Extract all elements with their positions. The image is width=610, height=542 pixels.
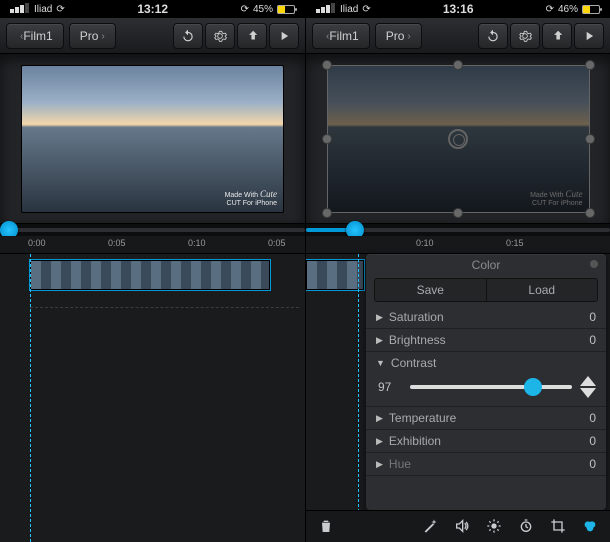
- pro-label: Pro: [80, 29, 99, 43]
- battery-icon: [582, 5, 600, 14]
- video-clip[interactable]: [30, 260, 270, 290]
- color-button[interactable]: [582, 518, 598, 534]
- watermark: Made With Cute CUT For iPhone: [530, 190, 582, 208]
- timer-button[interactable]: [518, 518, 534, 534]
- back-button[interactable]: ‹ Film1: [312, 23, 370, 49]
- preview-thumbnail[interactable]: Made With Cute CUT For iPhone: [21, 65, 284, 213]
- spinner-icon: ⟳: [56, 4, 64, 15]
- top-toolbar: ‹ Film1 Pro ›: [0, 18, 305, 54]
- pro-button[interactable]: Pro ›: [375, 23, 422, 49]
- resize-handle[interactable]: [453, 60, 463, 70]
- track-placeholder: [30, 298, 299, 308]
- resize-handle[interactable]: [585, 60, 595, 70]
- battery-icon: [277, 5, 295, 14]
- disclosure-down-icon: ▼: [376, 358, 385, 368]
- resize-handle[interactable]: [453, 208, 463, 218]
- scrubber[interactable]: [306, 224, 610, 236]
- disclosure-right-icon: ▶: [376, 312, 383, 323]
- save-tab[interactable]: Save: [375, 279, 486, 301]
- back-label: Film1: [23, 29, 52, 43]
- resize-handle[interactable]: [322, 134, 332, 144]
- chevron-right-icon: ›: [407, 31, 410, 42]
- trash-button[interactable]: [318, 518, 334, 534]
- preview-area: Made With Cute CUT For iPhone: [306, 54, 610, 224]
- preview-thumbnail-selected[interactable]: Made With Cute CUT For iPhone: [327, 65, 590, 213]
- right-screenshot: Iliad ⟳ 13:16 ⟳ 46% ‹ Film1 Pro ›: [305, 0, 610, 542]
- crop-button[interactable]: [550, 518, 566, 534]
- share-button[interactable]: [542, 23, 572, 49]
- watermark: Made With Cute CUT For iPhone: [225, 190, 277, 208]
- row-hue[interactable]: ▶ Hue 0: [366, 453, 606, 476]
- undo-button[interactable]: [173, 23, 203, 49]
- row-saturation[interactable]: ▶ Saturation 0: [366, 306, 606, 329]
- disclosure-right-icon: ▶: [376, 413, 383, 424]
- spinner-icon: ⟳: [362, 4, 370, 15]
- status-bar: Iliad ⟳ 13:16 ⟳ 46%: [306, 0, 610, 18]
- wand-button[interactable]: [422, 518, 438, 534]
- brightness-button[interactable]: [486, 518, 502, 534]
- row-temperature[interactable]: ▶ Temperature 0: [366, 407, 606, 430]
- back-button[interactable]: ‹ Film1: [6, 23, 64, 49]
- left-screenshot: Iliad ⟳ 13:12 ⟳ 45% ‹ Film1 Pro › Made W: [0, 0, 305, 542]
- status-time: 13:12: [137, 2, 168, 16]
- timeline-ruler[interactable]: 0:10 0:15: [306, 236, 610, 254]
- panel-title: Color: [472, 258, 501, 272]
- undo-button[interactable]: [478, 23, 508, 49]
- step-down-button[interactable]: [580, 388, 596, 398]
- disclosure-right-icon: ▶: [376, 335, 383, 346]
- signal-icon: [316, 3, 336, 16]
- scrubber[interactable]: [0, 224, 305, 236]
- carrier-label: Iliad: [340, 4, 358, 15]
- settings-button[interactable]: [205, 23, 235, 49]
- playhead[interactable]: [30, 254, 31, 542]
- top-toolbar: ‹ Film1 Pro ›: [306, 18, 610, 54]
- status-bar: Iliad ⟳ 13:12 ⟳ 45%: [0, 0, 305, 18]
- back-label: Film1: [329, 29, 358, 43]
- resize-handle[interactable]: [585, 134, 595, 144]
- disclosure-right-icon: ▶: [376, 436, 383, 447]
- step-up-button[interactable]: [580, 376, 596, 386]
- resize-handle[interactable]: [585, 208, 595, 218]
- chevron-right-icon: ›: [101, 31, 104, 42]
- timeline-ruler[interactable]: 0:00 0:05 0:10 0:05: [0, 236, 305, 254]
- pro-label: Pro: [386, 29, 405, 43]
- volume-button[interactable]: [454, 518, 470, 534]
- status-time: 13:16: [443, 2, 474, 16]
- battery-pct: 46%: [558, 4, 578, 15]
- resize-handle[interactable]: [322, 60, 332, 70]
- pro-button[interactable]: Pro ›: [69, 23, 116, 49]
- row-contrast[interactable]: ▼ Contrast 97: [366, 352, 606, 407]
- center-target-icon[interactable]: [448, 129, 468, 149]
- settings-button[interactable]: [510, 23, 540, 49]
- color-rows: ▶ Saturation 0 ▶ Brightness 0 ▼ Contrast…: [366, 306, 606, 510]
- spinner-icon: ⟳: [241, 4, 249, 15]
- battery-pct: 45%: [253, 4, 273, 15]
- play-button[interactable]: [269, 23, 299, 49]
- contrast-value: 97: [378, 380, 402, 394]
- panel-segment: Save Load: [374, 278, 598, 302]
- signal-icon: [10, 3, 30, 16]
- timeline-tracks[interactable]: [0, 254, 305, 542]
- row-brightness[interactable]: ▶ Brightness 0: [366, 329, 606, 352]
- color-panel: Color Save Load ▶ Saturation 0 ▶ Brightn…: [366, 254, 606, 510]
- playhead[interactable]: [358, 254, 359, 542]
- bottom-toolbar: [306, 510, 610, 542]
- disclosure-right-icon: ▶: [376, 459, 383, 470]
- carrier-label: Iliad: [34, 4, 52, 15]
- close-icon[interactable]: [590, 260, 598, 268]
- spinner-icon: ⟳: [546, 4, 554, 15]
- video-clip[interactable]: [306, 260, 364, 290]
- preview-area: Made With Cute CUT For iPhone: [0, 54, 305, 224]
- share-button[interactable]: [237, 23, 267, 49]
- resize-handle[interactable]: [322, 208, 332, 218]
- row-exhibition[interactable]: ▶ Exhibition 0: [366, 430, 606, 453]
- play-button[interactable]: [574, 23, 604, 49]
- load-tab[interactable]: Load: [487, 279, 598, 301]
- contrast-slider[interactable]: [410, 385, 572, 389]
- slider-knob[interactable]: [524, 378, 542, 396]
